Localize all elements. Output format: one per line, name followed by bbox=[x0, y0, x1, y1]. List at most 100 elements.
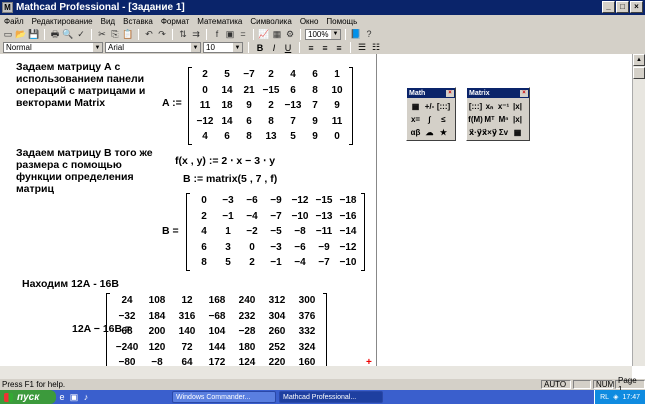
help-icon[interactable]: ? bbox=[363, 28, 375, 40]
new-document-icon[interactable]: ▭ bbox=[2, 28, 14, 40]
scroll-up-icon[interactable]: ▲ bbox=[633, 54, 645, 66]
font-select[interactable]: Arial ▼ bbox=[105, 42, 201, 53]
menu-item-file[interactable]: Файл bbox=[0, 17, 28, 26]
matrix-palette-button-4-icon[interactable]: f(M) bbox=[468, 113, 483, 125]
resource-center-icon[interactable]: 📘 bbox=[350, 28, 362, 40]
quicklaunch-desktop-icon[interactable]: ▣ bbox=[68, 391, 80, 403]
math-palette[interactable]: Math × ▦ +/- [:::] x= ∫ ≤ αβ ☁ ★ bbox=[406, 87, 456, 141]
matrix-palette-button-3-icon[interactable]: |x| bbox=[511, 100, 524, 112]
math-palette-button-8-icon[interactable]: ★ bbox=[437, 126, 450, 138]
bullets-icon[interactable]: ☰ bbox=[356, 42, 368, 53]
print-preview-icon[interactable]: 🔍 bbox=[62, 28, 74, 40]
math-palette-button-4-icon[interactable]: ∫ bbox=[423, 113, 436, 125]
font-size-select[interactable]: 10 ▼ bbox=[203, 42, 243, 53]
math-palette-button-1-icon[interactable]: +/- bbox=[423, 100, 436, 112]
math-palette-button-2-icon[interactable]: [:::] bbox=[437, 100, 450, 112]
underline-button[interactable]: U bbox=[282, 42, 294, 53]
minimize-button[interactable]: _ bbox=[602, 1, 615, 13]
matrix-palette-button-9-icon[interactable]: x⃗×y⃗ bbox=[482, 126, 497, 138]
function-definition[interactable]: f(x , y) := 2 ⋅ x − 3 ⋅ y bbox=[175, 155, 275, 167]
quicklaunch-ie-icon[interactable]: e bbox=[56, 391, 68, 403]
matrix-cell: 172 bbox=[208, 357, 226, 366]
zoom-select[interactable]: 100% ▼ bbox=[305, 28, 341, 40]
matrix-b-label[interactable]: B = bbox=[162, 225, 179, 237]
menu-item-symbolics[interactable]: Символика bbox=[246, 17, 295, 26]
italic-button[interactable]: I bbox=[268, 42, 280, 53]
spell-check-icon[interactable]: ✓ bbox=[75, 28, 87, 40]
close-icon[interactable]: × bbox=[520, 89, 528, 97]
taskbar-button-windows-commander[interactable]: Windows Commander... bbox=[172, 391, 276, 403]
align-across-icon[interactable]: ⇅ bbox=[177, 28, 189, 40]
tray-icon[interactable]: ◈ bbox=[613, 393, 618, 401]
insert-matrix-icon[interactable]: ▦ bbox=[271, 28, 283, 40]
matrix-a-label[interactable]: A := bbox=[162, 97, 182, 109]
text-region-2[interactable]: Задаем матрицу В того же размера с помощ… bbox=[16, 147, 161, 195]
worksheet[interactable]: Задаем матрицу А с использованием панели… bbox=[0, 54, 632, 366]
numbering-icon[interactable]: ☷ bbox=[370, 42, 382, 53]
cut-icon[interactable]: ✂ bbox=[96, 28, 108, 40]
bold-button[interactable]: B bbox=[254, 42, 266, 53]
insert-graph-icon[interactable]: 📈 bbox=[258, 28, 270, 40]
insert-function-icon[interactable]: f bbox=[211, 28, 223, 40]
menu-item-help[interactable]: Помощь bbox=[322, 17, 361, 26]
chevron-down-icon[interactable]: ▼ bbox=[233, 43, 242, 52]
quicklaunch-media-icon[interactable]: ♪ bbox=[80, 391, 92, 403]
matrix-b[interactable]: 0 −3 −6 −9 −12 −15 −18 2 −1 −4 −7 −10 −13 −16 4 1 −2 −5 −8… bbox=[186, 193, 366, 271]
copy-icon[interactable]: ⎘ bbox=[109, 28, 121, 40]
matrix-palette[interactable]: Matrix × [:::] xₙ x⁻¹ |x| f(M) Mᵀ Mⁿ |x| x⃗·y⃗ x⃗×… bbox=[466, 87, 530, 141]
save-icon[interactable]: 💾 bbox=[28, 28, 40, 40]
mathcad-app-icon[interactable]: M bbox=[2, 2, 13, 13]
print-icon[interactable]: 🖶 bbox=[49, 28, 61, 40]
close-button[interactable]: × bbox=[630, 1, 643, 13]
matrix-palette-button-0-icon[interactable]: [:::] bbox=[469, 100, 482, 112]
style-select[interactable]: Normal ▼ bbox=[3, 42, 103, 53]
math-palette-button-3-icon[interactable]: x= bbox=[409, 113, 422, 125]
menu-item-math[interactable]: Математика bbox=[193, 17, 246, 26]
maximize-button[interactable]: □ bbox=[616, 1, 629, 13]
align-center-icon[interactable]: ≡ bbox=[319, 42, 331, 53]
horizontal-scrollbar[interactable] bbox=[0, 366, 632, 379]
calculate-icon[interactable]: = bbox=[237, 28, 249, 40]
matrix-cell: −14 bbox=[339, 226, 357, 238]
paste-icon[interactable]: 📋 bbox=[122, 28, 134, 40]
matrix-palette-button-7-icon[interactable]: |x| bbox=[511, 113, 524, 125]
text-region-1[interactable]: Задаем матрицу А с использованием панели… bbox=[16, 61, 156, 109]
matrix-palette-button-10-icon[interactable]: Σv bbox=[497, 126, 510, 138]
matrix-palette-button-11-icon[interactable]: ▦ bbox=[511, 126, 524, 138]
chevron-down-icon[interactable]: ▼ bbox=[191, 43, 200, 52]
matrix-a[interactable]: 2 5 −7 2 4 6 1 0 14 21 −15 6 8 10 11 18 9 2 −13 7 9 −12 14 6 8 7 9… bbox=[188, 67, 354, 145]
matrix-b-definition[interactable]: B := matrix(5 , 7 , f) bbox=[183, 173, 277, 185]
chevron-down-icon[interactable]: ▼ bbox=[93, 43, 102, 52]
undo-icon[interactable]: ↶ bbox=[143, 28, 155, 40]
insert-unit-icon[interactable]: ▣ bbox=[224, 28, 236, 40]
scroll-thumb[interactable] bbox=[633, 67, 645, 79]
matrix-palette-button-2-icon[interactable]: x⁻¹ bbox=[497, 100, 510, 112]
math-palette-button-6-icon[interactable]: αβ bbox=[409, 126, 422, 138]
taskbar-button-mathcad[interactable]: Mathcad Professional... bbox=[279, 391, 383, 403]
vertical-scrollbar[interactable]: ▲ bbox=[632, 54, 645, 366]
matrix-palette-button-1-icon[interactable]: xₙ bbox=[483, 100, 496, 112]
matrix-palette-button-5-icon[interactable]: Mᵀ bbox=[483, 113, 496, 125]
menu-item-edit[interactable]: Редактирование bbox=[28, 17, 97, 26]
language-indicator[interactable]: RL bbox=[600, 394, 609, 401]
menu-item-insert[interactable]: Вставка bbox=[119, 17, 157, 26]
matrix-result[interactable]: 24 108 12 168 240 312 300 −32 184 316 −68 232 304 376… bbox=[106, 293, 328, 366]
math-palette-button-7-icon[interactable]: ☁ bbox=[423, 126, 436, 138]
math-palette-button-5-icon[interactable]: ≤ bbox=[437, 113, 450, 125]
close-icon[interactable]: × bbox=[446, 89, 454, 97]
chevron-down-icon[interactable]: ▼ bbox=[331, 29, 340, 39]
align-right-icon[interactable]: ≡ bbox=[333, 42, 345, 53]
matrix-palette-button-8-icon[interactable]: x⃗·y⃗ bbox=[469, 126, 482, 138]
align-left-icon[interactable]: ≡ bbox=[305, 42, 317, 53]
menu-item-window[interactable]: Окно bbox=[296, 17, 323, 26]
menu-item-format[interactable]: Формат bbox=[157, 17, 193, 26]
component-icon[interactable]: ⚙ bbox=[284, 28, 296, 40]
menu-item-view[interactable]: Вид bbox=[97, 17, 119, 26]
math-palette-button-0-icon[interactable]: ▦ bbox=[409, 100, 422, 112]
matrix-palette-button-6-icon[interactable]: Mⁿ bbox=[497, 113, 510, 125]
align-down-icon[interactable]: ⇉ bbox=[190, 28, 202, 40]
redo-icon[interactable]: ↷ bbox=[156, 28, 168, 40]
open-folder-icon[interactable]: 📂 bbox=[15, 28, 27, 40]
text-region-3[interactable]: Находим 12А - 16В bbox=[22, 278, 119, 290]
start-button[interactable]: пуск bbox=[0, 390, 56, 404]
